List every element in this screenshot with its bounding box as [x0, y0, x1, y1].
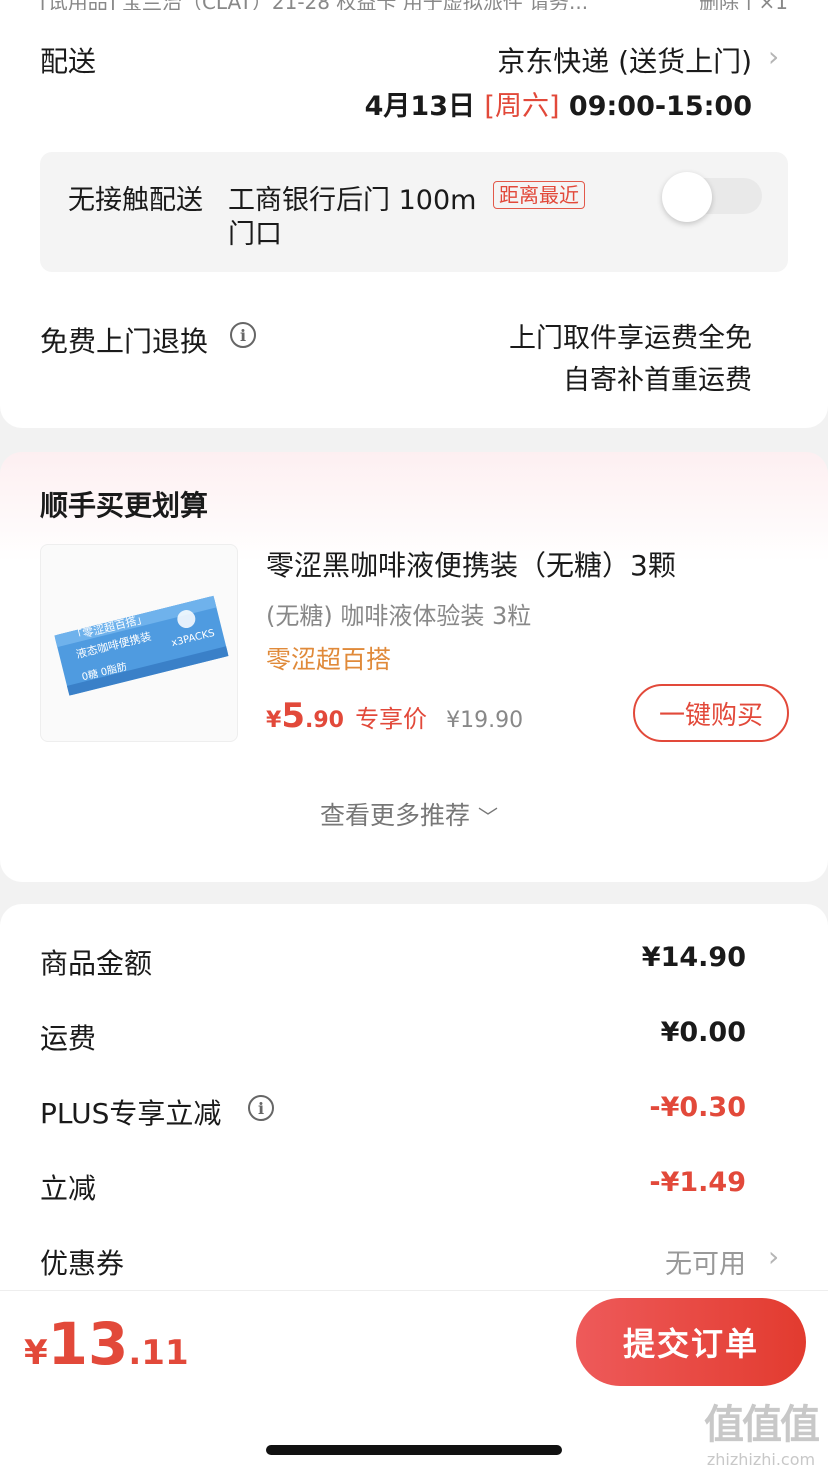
product-brand: 零涩超百搭: [266, 645, 392, 674]
summary-label-discount: 立减: [40, 1172, 97, 1205]
product-subtitle: (无糖) 咖啡液体验装 3粒: [266, 602, 532, 630]
previous-item-title: [试用品] 宝兰治（CLAT）21-28 权益卡 用于虚拟派件 请务...: [40, 0, 588, 10]
product-name[interactable]: 零涩黑咖啡液便携装（无糖）3颗: [266, 544, 676, 584]
delivery-card: [试用品] 宝兰治（CLAT）21-28 权益卡 用于虚拟派件 请务... 删除…: [0, 0, 828, 428]
info-icon[interactable]: i: [230, 322, 256, 348]
product-image[interactable]: 「零涩超百搭」 液态咖啡便携装 0糖 0脂肪 x3PACKS: [40, 544, 238, 742]
contactless-label: 无接触配送: [68, 185, 203, 216]
more-recommendations-link[interactable]: 查看更多推荐 ﹀: [320, 796, 498, 832]
summary-value-shipping: ¥0.00: [660, 1017, 746, 1048]
home-indicator[interactable]: [266, 1445, 562, 1455]
chevron-down-icon: ﹀: [477, 805, 498, 829]
delivery-method[interactable]: 京东快递 (送货上门): [497, 40, 752, 80]
total-currency: ¥: [24, 1333, 48, 1373]
watermark: 值值值 zhizhizhi.com: [704, 1392, 820, 1469]
delivery-hours: 09:00-15:00: [568, 91, 752, 122]
free-return-label: 免费上门退换: [40, 325, 209, 358]
one-click-buy-button[interactable]: 一键购买: [633, 684, 789, 742]
return-line-2: 自寄补首重运费: [563, 365, 752, 396]
previous-item-actions[interactable]: 删除 | ×1: [699, 0, 788, 10]
delivery-weekday: [周六]: [484, 91, 560, 122]
price-int: 5: [281, 696, 305, 736]
summary-value-plus: -¥0.30: [649, 1092, 746, 1123]
summary-value-coupon[interactable]: 无可用: [665, 1242, 746, 1281]
watermark-logo: 值值值: [704, 1402, 820, 1448]
delivery-time[interactable]: 4月13日 [周六] 09:00-15:00: [365, 84, 752, 123]
summary-value-goods: ¥14.90: [641, 942, 746, 973]
original-price: ¥19.90: [446, 708, 524, 733]
contactless-toggle[interactable]: [662, 172, 762, 222]
chevron-right-icon[interactable]: ›: [768, 40, 779, 73]
return-line-1: 上门取件享运费全免: [509, 323, 752, 354]
toggle-knob: [662, 172, 712, 222]
delivery-label: 配送: [40, 45, 97, 78]
summary-label-coupon: 优惠券: [40, 1247, 125, 1280]
total-int: 13: [47, 1310, 129, 1378]
contactless-location-line2: 门口: [228, 219, 282, 250]
submit-order-button[interactable]: 提交订单: [576, 1298, 806, 1386]
info-icon[interactable]: i: [248, 1095, 274, 1121]
summary-label-goods: 商品金额: [40, 947, 153, 980]
upsell-title: 顺手买更划算: [40, 489, 209, 522]
more-recommendations-label: 查看更多推荐: [320, 801, 471, 830]
price-label: 专享价: [355, 705, 428, 733]
total-dec: .11: [128, 1333, 189, 1373]
product-price: ¥5.90 专享价 ¥19.90: [266, 696, 523, 736]
delivery-date: 4月13日: [364, 91, 476, 122]
summary-label-plus: PLUS专享立减: [40, 1097, 222, 1130]
watermark-site: zhizhizhi.com: [706, 1450, 816, 1469]
previous-item-cutoff: [试用品] 宝兰治（CLAT）21-28 权益卡 用于虚拟派件 请务... 删除…: [40, 0, 788, 10]
chevron-right-icon[interactable]: ›: [768, 1240, 779, 1273]
summary-label-shipping: 运费: [40, 1022, 97, 1055]
total-price: ¥13.11: [24, 1310, 189, 1378]
nearest-tag: 距离最近: [493, 181, 585, 209]
summary-value-discount: -¥1.49: [649, 1167, 746, 1198]
price-symbol: ¥: [266, 708, 282, 733]
price-dec: .90: [304, 708, 344, 733]
